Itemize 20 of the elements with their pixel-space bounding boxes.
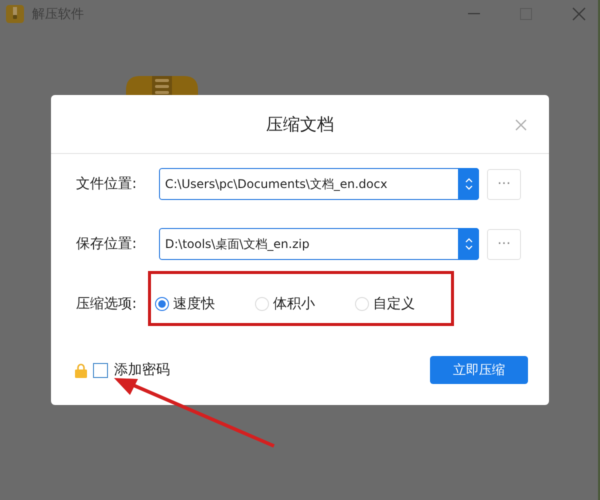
field-label: 压缩选项:	[76, 295, 138, 313]
radio-label[interactable]: 速度快	[173, 295, 215, 313]
radio-label[interactable]: 自定义	[373, 295, 415, 313]
app-icon	[6, 5, 24, 23]
path-dropdown[interactable]: C:\Users\pc\Documents\文档_en.docx	[159, 168, 479, 200]
radio-button[interactable]	[155, 297, 169, 311]
checkbox[interactable]	[93, 362, 108, 378]
field-label: 文件位置:	[76, 175, 138, 193]
dialog-title: 压缩文档	[266, 114, 334, 136]
compress-button[interactable]: 立即压缩	[430, 356, 528, 384]
checkbox-label[interactable]: 添加密码	[114, 361, 170, 379]
minimize-icon[interactable]	[468, 13, 480, 15]
radio-label[interactable]: 体积小	[273, 295, 315, 313]
close-icon[interactable]	[572, 7, 586, 21]
lock-icon	[75, 362, 87, 378]
path-dropdown[interactable]: D:\tools\桌面\文档_en.zip	[159, 228, 479, 260]
field-label: 保存位置:	[76, 235, 138, 253]
close-icon[interactable]	[515, 119, 527, 131]
spinner-icon[interactable]	[464, 177, 472, 191]
spinner-icon[interactable]	[464, 237, 472, 251]
